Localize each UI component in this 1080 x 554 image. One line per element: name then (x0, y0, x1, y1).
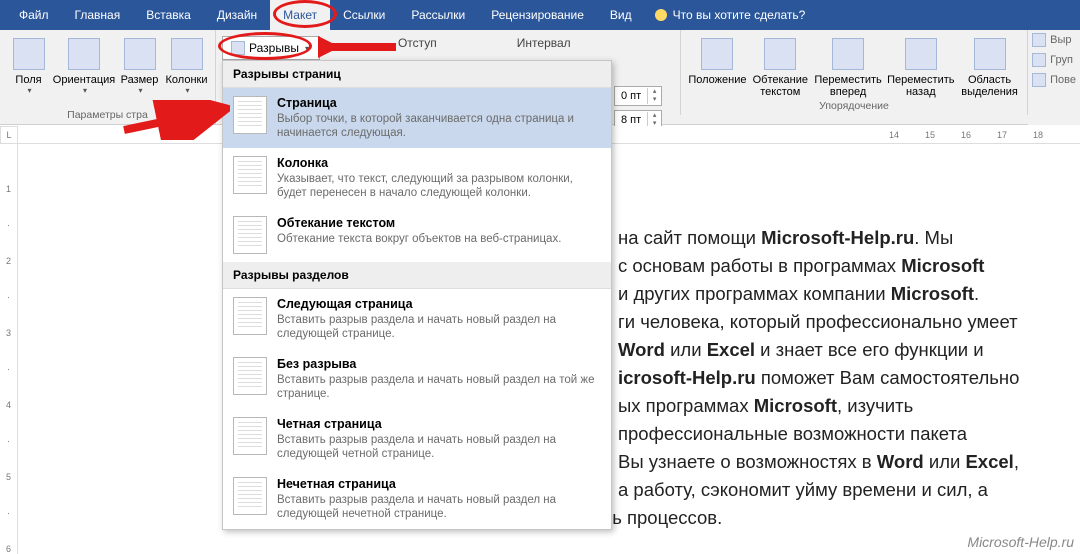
margins-icon (13, 38, 45, 70)
tab-file[interactable]: Файл (6, 0, 62, 30)
tell-me-search[interactable]: Что вы хотите сделать? (645, 0, 816, 30)
breaks-icon (231, 41, 245, 55)
backward-icon (905, 38, 937, 70)
forward-icon (832, 38, 864, 70)
position-button[interactable]: Положение (687, 34, 748, 98)
break-column-icon (233, 156, 267, 194)
wrap-text-button[interactable]: Обтекание текстом (750, 34, 811, 98)
breaks-button[interactable]: Разрывы ▾ (222, 36, 320, 60)
break-continuous-icon (233, 357, 267, 395)
tab-view[interactable]: Вид (597, 0, 645, 30)
tab-mailings[interactable]: Рассылки (398, 0, 478, 30)
break-odd-page-item[interactable]: Нечетная страницаВставить разрыв раздела… (223, 469, 611, 529)
ruler-vertical: 1·2·3·4·5·6 (0, 144, 18, 554)
arrange-extra: Выр Груп Пове (1028, 30, 1080, 125)
position-icon (701, 38, 733, 70)
columns-icon (171, 38, 203, 70)
break-even-page-item[interactable]: Четная страницаВставить разрыв раздела и… (223, 409, 611, 469)
breaks-section-sections: Разрывы разделов (223, 262, 611, 289)
margins-button[interactable]: Поля▾ (6, 34, 51, 107)
break-page-item[interactable]: СтраницаВыбор точки, в которой заканчива… (223, 88, 611, 148)
columns-button[interactable]: Колонки▾ (164, 34, 209, 107)
spacing-before[interactable]: 0 пт▴▾ (614, 86, 662, 106)
rotate-button[interactable]: Пове (1028, 70, 1080, 90)
break-next-page-item[interactable]: Следующая страницаВставить разрыв раздел… (223, 289, 611, 349)
tab-insert[interactable]: Вставка (133, 0, 204, 30)
align-button[interactable]: Выр (1028, 30, 1080, 50)
tab-review[interactable]: Рецензирование (478, 0, 597, 30)
selection-icon (974, 38, 1006, 70)
arrange-group: Положение Обтекание текстом Переместить … (680, 30, 1028, 115)
watermark: Microsoft-Help.ru (967, 534, 1074, 550)
break-textwrap-icon (233, 216, 267, 254)
breaks-dropdown: Разрывы страниц СтраницаВыбор точки, в к… (222, 60, 612, 530)
tab-layout[interactable]: Макет (270, 0, 330, 30)
break-page-icon (233, 96, 267, 134)
page-setup-label: Параметры стра (6, 107, 209, 124)
tell-me-label: Что вы хотите сделать? (673, 8, 806, 22)
orientation-icon (68, 38, 100, 70)
titlebar: Файл Главная Вставка Дизайн Макет Ссылки… (0, 0, 1080, 30)
break-continuous-item[interactable]: Без разрываВставить разрыв раздела и нач… (223, 349, 611, 409)
break-odd-icon (233, 477, 267, 515)
orientation-button[interactable]: Ориентация▾ (53, 34, 115, 107)
tab-design[interactable]: Дизайн (204, 0, 270, 30)
break-column-item[interactable]: КолонкаУказывает, что текст, следующий з… (223, 148, 611, 208)
tab-home[interactable]: Главная (62, 0, 134, 30)
break-textwrap-item[interactable]: Обтекание текстомОбтекание текста вокруг… (223, 208, 611, 262)
send-backward-button[interactable]: Переместить назад (885, 34, 956, 98)
breaks-label: Разрывы (249, 41, 299, 55)
break-even-icon (233, 417, 267, 455)
bulb-icon (655, 9, 667, 21)
tab-references[interactable]: Ссылки (330, 0, 398, 30)
group-button[interactable]: Груп (1028, 50, 1080, 70)
arrange-group-label: Упорядочение (687, 98, 1021, 115)
bring-forward-button[interactable]: Переместить вперед (813, 34, 884, 98)
wrap-icon (764, 38, 796, 70)
page-setup-group: Поля▾ Ориентация▾ Размер▾ Колонки▾ Парам… (0, 30, 216, 124)
selection-pane-button[interactable]: Область выделения (958, 34, 1021, 98)
size-icon (124, 38, 156, 70)
ruler-corner: L (0, 126, 18, 144)
size-button[interactable]: Размер▾ (117, 34, 162, 107)
breaks-section-pages: Разрывы страниц (223, 61, 611, 88)
chevron-down-icon: ▾ (305, 44, 309, 53)
break-next-icon (233, 297, 267, 335)
